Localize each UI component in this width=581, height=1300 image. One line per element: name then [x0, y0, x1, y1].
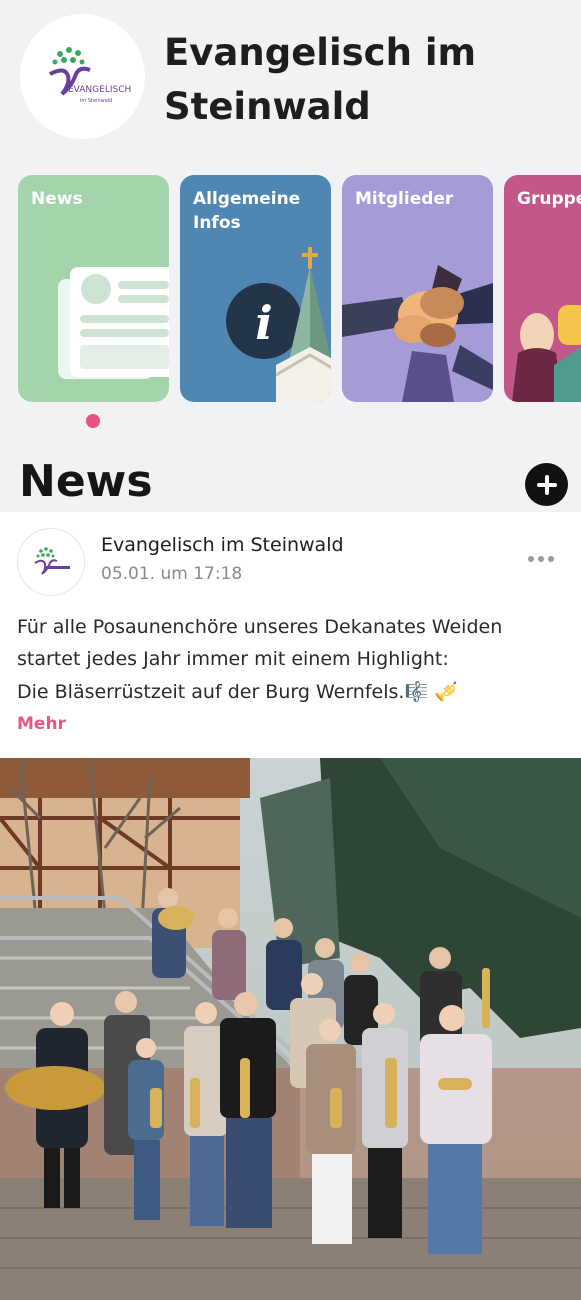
- card-members[interactable]: Mitglieder: [342, 175, 493, 402]
- post-image[interactable]: [0, 758, 581, 1300]
- more-options-icon[interactable]: [528, 552, 560, 566]
- post-text: Für alle Posaunenchöre unseres Dekanates…: [17, 612, 567, 708]
- svg-text:i: i: [255, 296, 272, 350]
- read-more-link[interactable]: Mehr: [17, 714, 66, 734]
- church-logo[interactable]: EVANGELISCH im Steinwald: [20, 14, 145, 139]
- post-text-line: Für alle Posaunenchöre unseres Dekanates…: [17, 616, 503, 638]
- carousel-page-indicator: [86, 414, 100, 428]
- category-carousel[interactable]: News i Allgemeine Infos Mitglieder Grupp…: [18, 175, 581, 403]
- card-general-info[interactable]: i Allgemeine Infos: [180, 175, 331, 402]
- logo-text: EVANGELISCH: [68, 85, 131, 95]
- card-label: Allgemeine Infos: [193, 189, 301, 233]
- card-groups[interactable]: Gruppe: [504, 175, 581, 402]
- author-avatar[interactable]: [17, 528, 85, 596]
- post-text-line: startet jedes Jahr immer mit einem Highl…: [17, 648, 449, 670]
- logo-subtext: im Steinwald: [80, 98, 112, 104]
- app-header: EVANGELISCH im Steinwald Evangelisch im …: [0, 0, 581, 170]
- post-timestamp: 05.01. um 17:18: [101, 564, 243, 584]
- app-title: Evangelisch im Steinwald: [164, 31, 477, 128]
- add-post-button[interactable]: [525, 463, 568, 506]
- card-label: News: [31, 189, 83, 209]
- group-photo-image: [0, 758, 581, 1300]
- card-label: Mitglieder: [355, 189, 454, 209]
- post-author[interactable]: Evangelisch im Steinwald: [101, 534, 344, 556]
- card-label: Gruppe: [517, 189, 581, 209]
- news-post[interactable]: Evangelisch im Steinwald 05.01. um 17:18…: [0, 512, 581, 758]
- section-title: News: [19, 456, 153, 507]
- plus-icon: [536, 474, 557, 495]
- card-news[interactable]: News: [18, 175, 169, 402]
- post-text-line: Die Bläserrüstzeit auf der Burg Wernfels…: [17, 681, 458, 703]
